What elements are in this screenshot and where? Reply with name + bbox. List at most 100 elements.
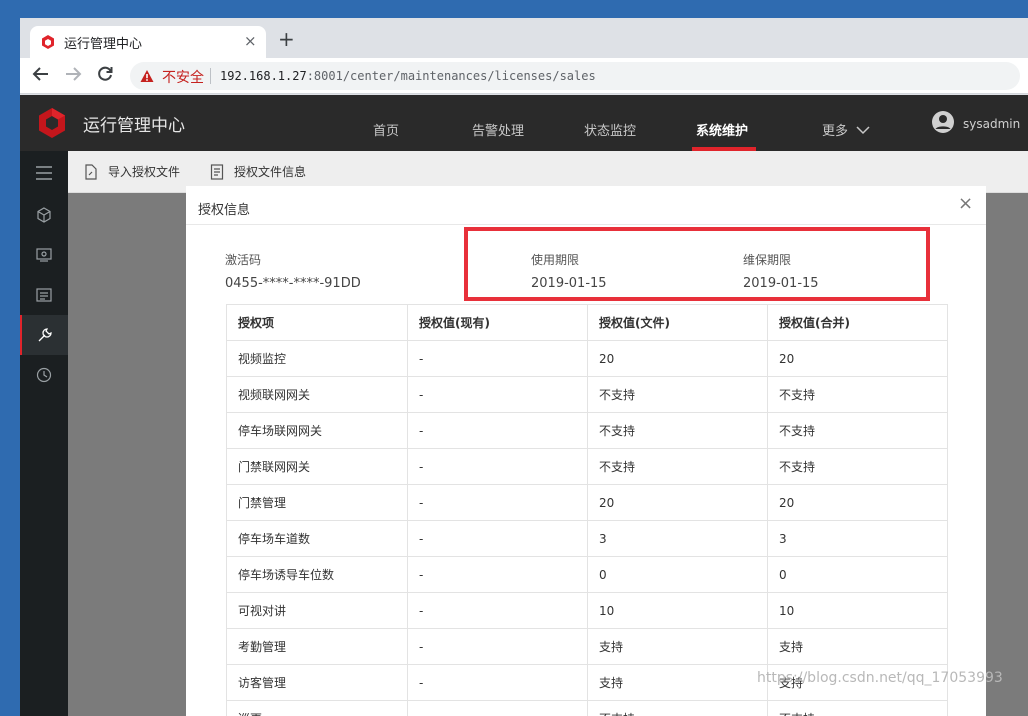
column-header: 授权项	[226, 304, 408, 341]
table-cell: 不支持	[767, 412, 948, 449]
menu-icon	[36, 166, 52, 180]
list-icon	[36, 288, 52, 302]
table-cell: 考勤管理	[226, 628, 408, 665]
nav-home[interactable]: 首页	[373, 120, 399, 139]
license-info-dialog: 授权信息 × 激活码 0455-****-****-91DD 使用期限 2019…	[186, 186, 986, 716]
import-license-label: 导入授权文件	[108, 165, 181, 179]
table-cell: 支持	[587, 664, 768, 701]
table-cell: 门禁管理	[226, 484, 408, 521]
sidebar-menu-toggle[interactable]	[20, 153, 68, 193]
table-cell: -	[407, 448, 588, 485]
table-cell: -	[407, 592, 588, 629]
table-cell: 停车场车道数	[226, 520, 408, 557]
nav-status-monitor[interactable]: 状态监控	[584, 120, 636, 139]
table-row: 停车场诱导车位数 -0 0	[226, 556, 948, 593]
table-row: 门禁联网网关 - 不支持 不支持	[226, 448, 948, 485]
license-info-label: 授权文件信息	[234, 165, 307, 179]
url-path: :8001/center/maintenances/licenses/sales	[306, 69, 596, 83]
table-cell: 不支持	[767, 448, 948, 485]
table-cell: -	[407, 628, 588, 665]
sidebar-item-devices[interactable]	[20, 235, 68, 275]
wrench-icon	[38, 328, 52, 342]
user-avatar-icon[interactable]	[931, 110, 955, 134]
close-icon[interactable]: ×	[958, 195, 973, 213]
dialog-header: 授权信息 ×	[186, 186, 986, 225]
browser-window: 运行管理中心 × + 不安全 192.168.1.27:8001/center/…	[20, 18, 1028, 716]
table-cell: -	[407, 340, 588, 377]
column-header: 授权值(现有)	[407, 304, 588, 341]
table-cell: 0	[767, 556, 948, 593]
table-cell: 支持	[767, 628, 948, 665]
table-cell: 3	[587, 520, 768, 557]
import-file-icon	[85, 163, 97, 180]
document-icon	[210, 163, 224, 180]
table-cell: 支持	[587, 628, 768, 665]
insecure-label[interactable]: 不安全	[162, 67, 204, 87]
table-header-row: 授权项 授权值(现有) 授权值(文件) 授权值(合并)	[226, 304, 948, 341]
back-arrow-icon[interactable]	[32, 65, 50, 83]
warning-icon	[140, 70, 154, 82]
new-tab-button[interactable]: +	[278, 29, 295, 49]
dialog-title: 授权信息	[198, 203, 251, 218]
watermark: https://blog.csdn.net/qq_17053993	[757, 670, 1003, 686]
column-header: 授权值(文件)	[587, 304, 768, 341]
table-row: 停车场车道数 -3 3	[226, 520, 948, 557]
license-table-body: 视频监控 -20 20 视频联网网关 - 不支持 不支持 停车场联网网关 - 不支持 不支持 门禁联网…	[226, 340, 948, 716]
table-cell: 10	[767, 592, 948, 629]
activation-code-label: 激活码	[225, 253, 262, 267]
user-name[interactable]: sysadmin	[963, 117, 1020, 131]
table-cell: 20	[767, 340, 948, 377]
license-table: 授权项 授权值(现有) 授权值(文件) 授权值(合并) 视频监控 -20 20 视频联…	[226, 304, 948, 716]
sidebar-item-resources[interactable]	[20, 195, 68, 235]
nav-system-maintenance[interactable]: 系统维护	[696, 120, 748, 139]
cube-icon	[37, 207, 51, 223]
browser-tab[interactable]: 运行管理中心 ×	[30, 26, 266, 58]
close-tab-icon[interactable]: ×	[244, 32, 257, 50]
table-row: 巡更-不支持不支持	[226, 700, 948, 716]
table-cell: -	[407, 556, 588, 593]
usage-period-value: 2019-01-15	[531, 276, 607, 291]
table-cell: 0	[587, 556, 768, 593]
address-bar[interactable]: 不安全 192.168.1.27:8001/center/maintenance…	[130, 62, 1020, 90]
nav-more[interactable]: 更多	[822, 120, 870, 139]
app-title: 运行管理中心	[83, 116, 185, 136]
browser-toolbar: 不安全 192.168.1.27:8001/center/maintenance…	[20, 58, 1028, 94]
app-favicon-icon	[42, 35, 54, 49]
table-cell: 10	[587, 592, 768, 629]
reload-icon[interactable]	[96, 65, 114, 83]
import-license-button[interactable]: 导入授权文件	[84, 163, 180, 180]
table-cell: 不支持	[587, 700, 768, 716]
sidebar-item-history[interactable]	[20, 355, 68, 395]
table-cell: 停车场联网网关	[226, 412, 408, 449]
table-cell: -	[407, 520, 588, 557]
sidebar-item-logs[interactable]	[20, 275, 68, 315]
table-cell: 视频监控	[226, 340, 408, 377]
maintenance-period-value: 2019-01-15	[743, 276, 819, 291]
table-cell: -	[407, 484, 588, 521]
sidebar-item-maintenance[interactable]	[20, 315, 68, 355]
tab-title: 运行管理中心	[64, 37, 143, 52]
activation-code-value: 0455-****-****-91DD	[225, 276, 361, 291]
nav-alarms[interactable]: 告警处理	[472, 120, 524, 139]
forward-arrow-icon[interactable]	[64, 65, 82, 83]
table-row: 考勤管理 - 支持 支持	[226, 628, 948, 665]
usage-period-label: 使用期限	[531, 253, 580, 267]
table-cell: -	[407, 664, 588, 701]
column-header: 授权值(合并)	[767, 304, 948, 341]
omnibox-divider	[210, 68, 211, 84]
table-row: 停车场联网网关 - 不支持 不支持	[226, 412, 948, 449]
monitor-icon	[36, 248, 52, 262]
table-row: 门禁管理 -20 20	[226, 484, 948, 521]
table-cell: 访客管理	[226, 664, 408, 701]
table-cell: 不支持	[587, 448, 768, 485]
table-cell: 门禁联网网关	[226, 448, 408, 485]
table-cell: -	[407, 700, 588, 716]
app-header: 运行管理中心 首页 告警处理 状态监控 系统维护 更多 sysadmin	[20, 95, 1028, 151]
app-logo-icon	[39, 108, 65, 138]
url-text[interactable]: 192.168.1.27:8001/center/maintenances/li…	[220, 69, 596, 83]
url-host: 192.168.1.27	[220, 69, 307, 83]
chevron-down-icon	[856, 126, 870, 135]
table-cell: 可视对讲	[226, 592, 408, 629]
table-cell: 20	[767, 484, 948, 521]
license-info-button[interactable]: 授权文件信息	[210, 163, 306, 180]
